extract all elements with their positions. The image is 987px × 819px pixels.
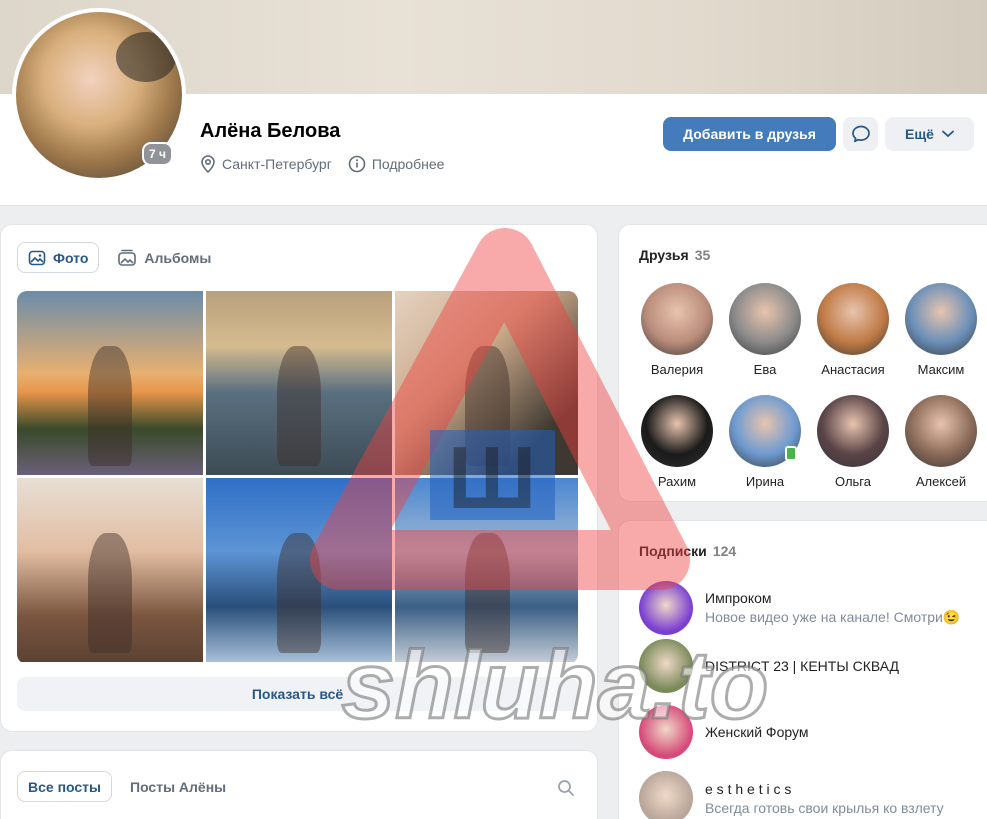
mobile-online-icon bbox=[785, 446, 797, 461]
more-button[interactable]: Ещё bbox=[885, 117, 974, 151]
photo-thumbnail[interactable] bbox=[206, 291, 392, 475]
friend-name: Алексей bbox=[915, 474, 967, 489]
albums-icon bbox=[118, 249, 137, 266]
tab-all-posts[interactable]: Все посты bbox=[17, 771, 112, 802]
subscription-item[interactable]: e s t h e t i c s Всегда готовь свои крыл… bbox=[639, 771, 944, 819]
friend-item[interactable]: Анастасия bbox=[809, 283, 897, 377]
subscription-item[interactable]: DISTRICT 23 | КЕНТЫ СКВАД bbox=[639, 639, 899, 693]
message-button[interactable] bbox=[843, 117, 878, 151]
city-link[interactable]: Санкт-Петербург bbox=[200, 155, 332, 173]
subscriptions-title-label: Подписки bbox=[639, 543, 707, 559]
subscription-avatar bbox=[639, 771, 693, 819]
friend-name: Валерия bbox=[650, 362, 704, 377]
friend-avatar bbox=[641, 395, 713, 467]
tab-albums-label: Альбомы bbox=[144, 249, 212, 266]
subscription-avatar bbox=[639, 581, 693, 635]
friend-avatar bbox=[729, 395, 801, 467]
subscription-item[interactable]: Импроком Новое видео уже на канале! Смотр… bbox=[639, 581, 960, 635]
photo-thumbnail[interactable] bbox=[395, 478, 578, 662]
friend-avatar bbox=[729, 283, 801, 355]
add-friend-button[interactable]: Добавить в друзья bbox=[663, 117, 836, 151]
profile-name: Алёна Белова bbox=[200, 120, 341, 142]
subscriptions-title[interactable]: Подписки 124 bbox=[639, 543, 736, 559]
tab-photos-label: Фото bbox=[53, 249, 89, 266]
friend-name: Анастасия bbox=[821, 362, 885, 377]
friends-title-label: Друзья bbox=[639, 247, 689, 263]
location-pin-icon bbox=[201, 155, 215, 173]
chevron-down-icon bbox=[942, 130, 954, 138]
friend-avatar bbox=[905, 283, 977, 355]
friend-name: Ирина bbox=[745, 474, 785, 489]
subscription-name: e s t h e t i c s bbox=[705, 780, 792, 797]
subscription-item[interactable]: Женский Форум bbox=[639, 705, 808, 759]
subscription-description: Новое видео уже на канале! Смотри😉 bbox=[705, 609, 961, 625]
info-icon bbox=[348, 155, 366, 173]
show-all-photos-button[interactable]: Показать всё bbox=[17, 677, 578, 711]
friends-count: 35 bbox=[694, 247, 711, 263]
friend-name: Рахим bbox=[657, 474, 697, 489]
friend-item[interactable]: Ева bbox=[721, 283, 809, 377]
subscription-name: Женский Форум bbox=[705, 724, 809, 740]
profile-meta: Санкт-Петербург Подробнее bbox=[200, 155, 444, 173]
friend-avatar bbox=[641, 283, 713, 355]
more-info-link[interactable]: Подробнее bbox=[348, 155, 445, 173]
photo-thumbnail[interactable] bbox=[395, 291, 578, 475]
friend-avatar bbox=[817, 395, 889, 467]
last-seen-badge: 7 ч bbox=[142, 142, 173, 166]
subscriptions-card: Подписки 124 Импроком Новое видео уже на к… bbox=[618, 520, 987, 819]
subscriptions-count: 124 bbox=[712, 543, 737, 559]
posts-card: Все посты Посты Алёны bbox=[0, 750, 598, 819]
friends-title[interactable]: Друзья 35 bbox=[639, 247, 710, 263]
friends-card: Друзья 35 Валерия Ева Анастасия Максим Рахим И… bbox=[618, 224, 987, 502]
subscription-name: DISTRICT 23 | КЕНТЫ СКВАД bbox=[705, 658, 900, 674]
subscription-description: Всегда готовь свои крылья ко взлету bbox=[705, 799, 944, 816]
city-label: Санкт-Петербург bbox=[222, 156, 332, 172]
photos-card: Фото Альбомы Показать всё bbox=[0, 224, 598, 732]
friend-name: Ольга bbox=[834, 474, 871, 489]
subscription-avatar bbox=[639, 705, 693, 759]
more-button-label: Ещё bbox=[905, 126, 934, 142]
posts-tabs: Все посты Посты Алёны bbox=[17, 771, 236, 802]
more-info-label: Подробнее bbox=[371, 156, 445, 172]
tab-photos[interactable]: Фото bbox=[17, 242, 100, 273]
friend-item[interactable]: Ирина bbox=[721, 395, 809, 489]
friend-item[interactable]: Алексей bbox=[897, 395, 985, 489]
friend-item[interactable]: Ольга bbox=[809, 395, 897, 489]
photos-tabs: Фото Альбомы bbox=[17, 242, 221, 273]
photo-icon bbox=[28, 250, 46, 265]
friend-item[interactable]: Рахим bbox=[633, 395, 721, 489]
photo-thumbnail[interactable] bbox=[17, 291, 203, 475]
tab-own-posts[interactable]: Посты Алёны bbox=[120, 771, 236, 802]
photo-thumbnail[interactable] bbox=[17, 478, 203, 662]
friend-item[interactable]: Максим bbox=[897, 283, 985, 377]
subscription-name: Импроком bbox=[705, 590, 772, 606]
friends-grid: Валерия Ева Анастасия Максим Рахим Ирина Ольга… bbox=[633, 283, 985, 489]
friend-avatar bbox=[905, 395, 977, 467]
message-icon bbox=[851, 125, 870, 143]
posts-search-button[interactable] bbox=[557, 779, 575, 802]
photo-thumbnail[interactable] bbox=[206, 478, 392, 662]
subscription-avatar bbox=[639, 639, 693, 693]
friend-avatar bbox=[817, 283, 889, 355]
friend-name: Ева bbox=[753, 362, 777, 377]
friend-item[interactable]: Валерия bbox=[633, 283, 721, 377]
search-icon bbox=[558, 780, 574, 796]
tab-albums[interactable]: Альбомы bbox=[107, 242, 221, 273]
friend-name: Максим bbox=[917, 362, 965, 377]
photo-grid bbox=[17, 291, 578, 664]
